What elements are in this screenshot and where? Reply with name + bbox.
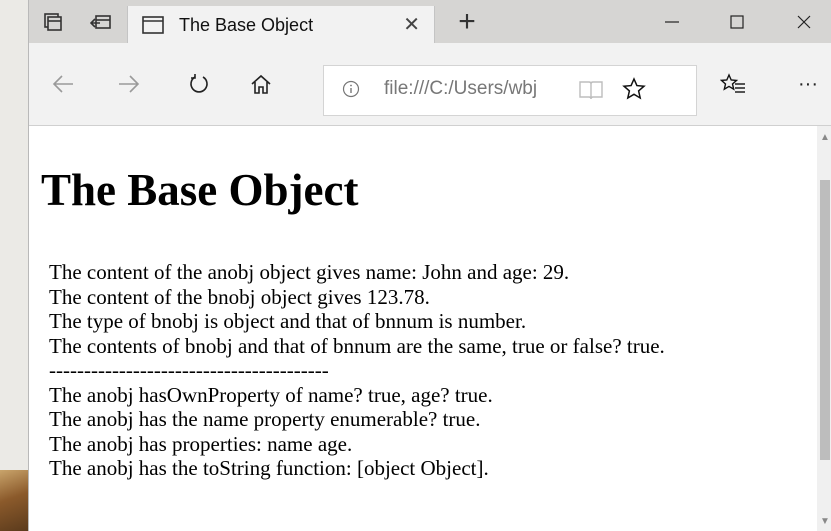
desktop-wallpaper-corner (0, 470, 30, 531)
output-line: The anobj has the toString function: [ob… (49, 456, 489, 480)
tab-the-base-object[interactable]: The Base Object ✕ (127, 6, 435, 43)
minimize-icon (665, 20, 679, 23)
more-button[interactable]: ··· (784, 43, 831, 125)
output-line: The anobj hasOwnProperty of name? true, … (49, 382, 493, 407)
tab-bar: The Base Object ✕ + (29, 0, 831, 43)
tab-preview-button[interactable] (29, 0, 77, 43)
arrow-left-icon (52, 75, 73, 93)
new-tab-button[interactable]: + (447, 0, 487, 43)
address-text[interactable]: file:///C:/Users/wbj (384, 78, 537, 100)
maximize-icon (730, 14, 744, 29)
browser-window: The Base Object ✕ + file:///C:/Users/wbj… (28, 0, 831, 531)
scroll-up-arrow-icon[interactable]: ▲ (820, 132, 830, 143)
close-window-button[interactable] (774, 0, 831, 43)
close-tab-icon[interactable]: ✕ (403, 12, 420, 37)
minimize-button[interactable] (642, 0, 702, 43)
output-line: The content of the bnobj object gives 12… (49, 284, 430, 309)
tab-preview-icon (44, 12, 62, 31)
close-icon (797, 15, 811, 28)
navigation-bar: file:///C:/Users/wbj ··· (29, 43, 831, 126)
separator-line: ---------------------------------------- (49, 358, 329, 382)
scrollbar-thumb[interactable] (820, 180, 830, 460)
page-icon (142, 16, 164, 34)
vertical-scrollbar[interactable]: ▲ ▼ (817, 126, 831, 531)
home-icon (251, 74, 271, 94)
favorite-star-icon[interactable] (622, 77, 646, 101)
refresh-button[interactable] (175, 43, 223, 125)
output-line: The anobj has the name property enumerab… (49, 407, 481, 431)
page-content: The Base Object The content of the anobj… (29, 126, 817, 531)
favorites-list-icon (720, 73, 745, 93)
output-line: The content of the anobj object gives na… (49, 260, 570, 284)
arrow-right-icon (119, 75, 140, 93)
set-tabs-aside-button[interactable] (77, 0, 125, 43)
output-line: The type of bnobj is object and that of … (49, 309, 527, 333)
maximize-button[interactable] (707, 0, 767, 43)
page-title: The Base Object (41, 165, 359, 215)
scroll-down-arrow-icon[interactable]: ▼ (820, 516, 830, 527)
back-button[interactable] (39, 43, 87, 125)
home-button[interactable] (237, 43, 285, 125)
info-icon[interactable] (342, 80, 360, 98)
forward-button[interactable] (105, 43, 153, 125)
reading-view-icon[interactable] (578, 79, 604, 101)
refresh-icon (190, 74, 208, 93)
tab-title: The Base Object (179, 15, 314, 35)
favorites-hub-button[interactable] (709, 43, 757, 125)
address-bar[interactable]: file:///C:/Users/wbj (323, 65, 697, 116)
output-lines: The content of the anobj object gives na… (49, 260, 665, 481)
output-line: The contents of bnobj and that of bnnum … (49, 333, 665, 358)
set-tabs-aside-icon (90, 14, 111, 29)
output-line: The anobj has properties: name age. (49, 431, 353, 456)
